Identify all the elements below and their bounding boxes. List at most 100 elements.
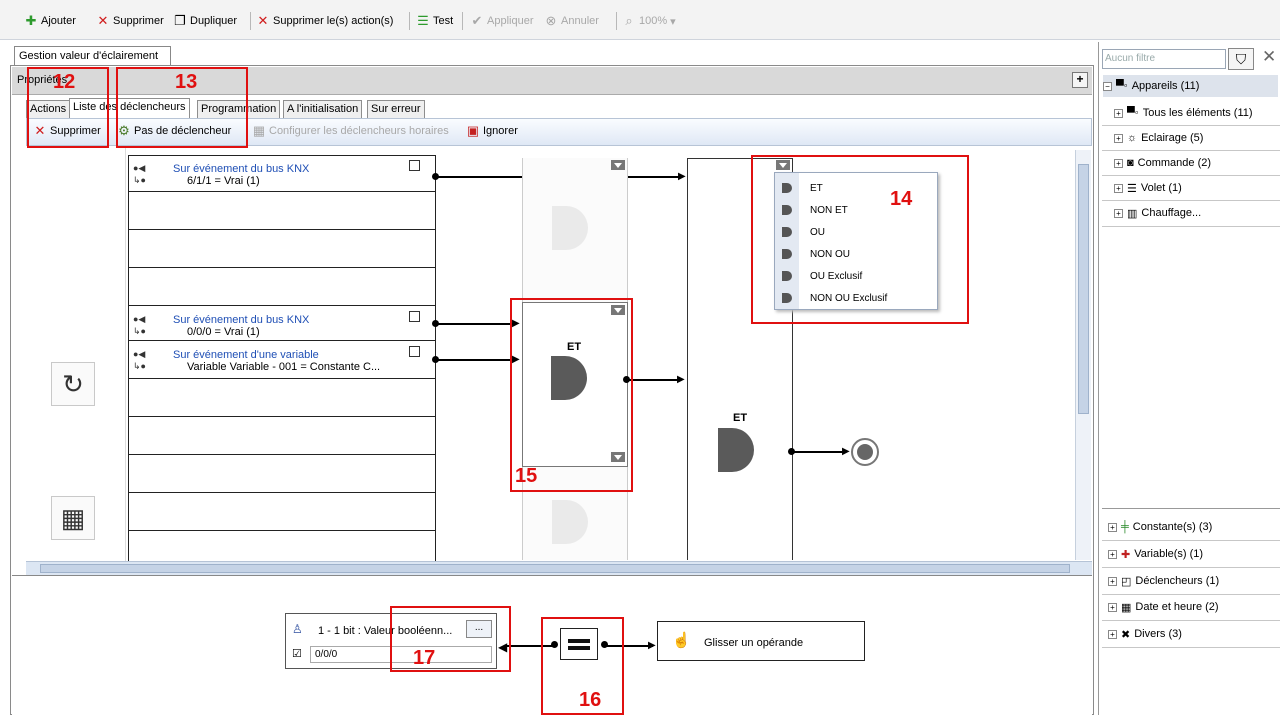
delete-button[interactable]: ✕ Supprimer [96, 13, 164, 29]
expand-icon[interactable]: + [1108, 602, 1117, 612]
cancel-button[interactable]: ⊗ Annuler [544, 13, 599, 29]
apply-icon: ✔ [471, 13, 483, 28]
vertical-scrollbar[interactable] [1075, 150, 1091, 560]
output-node[interactable] [851, 438, 879, 466]
knx-icon: ♙ [292, 622, 303, 636]
drag-operand-zone[interactable]: ☝ Glisser un opérande [657, 621, 865, 661]
wire [436, 323, 516, 325]
table-row[interactable]: ●◀ ↳● Sur événement du bus KNX 6/1/1 = Vr… [129, 155, 435, 192]
cancel-icon: ⊗ [545, 13, 557, 28]
tree-shutter[interactable]: + ☰ Volet (1) [1114, 177, 1182, 199]
wire [436, 359, 516, 361]
trigger-title[interactable]: Sur événement d'une variable [173, 349, 319, 361]
refresh-button[interactable]: ↻ [51, 362, 95, 406]
scroll-thumb[interactable] [1078, 164, 1089, 414]
tree-triggers[interactable]: + ◰ Déclencheurs (1) [1108, 570, 1219, 592]
apply-button[interactable]: ✔ Appliquer [470, 13, 534, 29]
output-icon [857, 444, 873, 460]
copy-icon[interactable] [409, 160, 420, 171]
expand-icon[interactable]: + [1108, 549, 1117, 559]
expand-icon[interactable]: + [1108, 522, 1117, 532]
tree-all-elements[interactable]: + ▀◦ Tous les éléments (11) [1114, 102, 1253, 124]
document-tab[interactable]: Gestion valeur d'éclairement [14, 46, 171, 65]
calendar-button[interactable]: ▦ [51, 496, 95, 540]
divider [1102, 150, 1280, 151]
arrow-icon: ▶ [678, 171, 686, 182]
wire [627, 379, 681, 381]
collapse-icon[interactable]: − [1103, 81, 1112, 91]
table-row[interactable] [129, 456, 435, 493]
expand-icon[interactable]: + [1108, 576, 1117, 586]
delete-icon: ✕ [257, 13, 269, 28]
ignore-button[interactable]: ▣ Ignorer [466, 124, 518, 138]
divider [1102, 125, 1280, 126]
table-row[interactable] [129, 380, 435, 417]
toolbar-separator [250, 12, 251, 30]
divider [1102, 200, 1280, 201]
refresh-icon: ↻ [62, 368, 84, 399]
expand-icon[interactable]: + [1114, 133, 1123, 143]
table-row[interactable] [129, 193, 435, 230]
add-button[interactable]: ✚ Ajouter [24, 13, 76, 29]
divider [1102, 175, 1280, 176]
drag-operand-label: Glisser un opérande [704, 637, 804, 649]
chevron-down-icon: ▾ [670, 15, 676, 28]
checkbox[interactable]: ☑ [292, 647, 302, 660]
table-row[interactable] [129, 231, 435, 268]
scroll-thumb[interactable] [40, 564, 1070, 573]
tree-misc[interactable]: + ✖ Divers (3) [1108, 623, 1182, 645]
filter-icon[interactable]: ⛉ [1228, 48, 1254, 70]
expand-icon[interactable]: + [1114, 208, 1123, 218]
test-button[interactable]: ☰ Test [416, 13, 453, 29]
table-row[interactable] [129, 494, 435, 531]
tree-datetime[interactable]: + ▦ Date et heure (2) [1108, 596, 1219, 618]
table-row[interactable]: ●◀ ↳● Sur événement du bus KNX 0/0/0 = Vr… [129, 307, 435, 341]
divider [1102, 540, 1280, 541]
expand-icon[interactable]: + [1114, 108, 1123, 118]
hand-cursor-icon: ☝ [672, 632, 691, 649]
tree-lighting[interactable]: + ☼ Eclairage (5) [1114, 127, 1203, 149]
horizontal-scrollbar[interactable] [26, 561, 1092, 575]
divider [1102, 508, 1280, 509]
copy-icon[interactable] [409, 346, 420, 357]
calendar-icon: ▦ [252, 123, 266, 138]
tree-constants[interactable]: + ╪ Constante(s) (3) [1108, 516, 1212, 538]
arrow-icon: ▶ [842, 446, 850, 457]
tree-command[interactable]: + ◙ Commande (2) [1114, 152, 1211, 174]
clear-filter-icon[interactable]: ✕ [1262, 47, 1276, 67]
copy-icon[interactable] [409, 311, 420, 322]
expand-icon[interactable]: + [1108, 629, 1117, 639]
table-row[interactable] [129, 269, 435, 306]
tab-initialisation[interactable]: A l'initialisation [283, 100, 363, 118]
filter-input[interactable]: Aucun filtre [1102, 49, 1226, 69]
dropdown-icon[interactable] [611, 160, 625, 170]
delete-icon: ✕ [97, 13, 109, 28]
zoom-dropdown[interactable]: ⌕ 100% ▾ [622, 13, 676, 29]
expand-icon[interactable]: + [1114, 183, 1123, 193]
delete-actions-button[interactable]: ✕ Supprimer le(s) action(s) [256, 13, 394, 29]
tree-heating[interactable]: + ▥ Chauffage... [1114, 202, 1201, 224]
trigger-desc: 6/1/1 = Vrai (1) [187, 175, 260, 187]
expand-icon[interactable]: + [1114, 158, 1123, 168]
devices-icon: ▀◦ [1116, 80, 1128, 92]
zoom-icon: ⌕ [625, 13, 633, 28]
arrow-icon: ▶ [648, 640, 656, 651]
trigger-title[interactable]: Sur événement du bus KNX [173, 163, 309, 175]
command-icon: ◙ [1127, 157, 1134, 169]
heating-icon: ▥ [1127, 207, 1138, 220]
annotation-label: 14 [890, 188, 913, 210]
trigger-table: ●◀ ↳● Sur événement du bus KNX 6/1/1 = Vr… [128, 155, 436, 565]
trigger-title[interactable]: Sur événement du bus KNX [173, 314, 309, 326]
tree-devices[interactable]: − ▀◦ Appareils (11) [1103, 75, 1278, 97]
wire [792, 451, 846, 453]
divider [1102, 647, 1280, 648]
expand-button[interactable]: + [1072, 72, 1088, 88]
annotation-label: 13 [175, 71, 198, 93]
table-row[interactable]: ●◀ ↳● Sur événement d'une variable Variab… [129, 342, 435, 379]
table-row[interactable] [129, 418, 435, 455]
configure-timers-button[interactable]: ▦ Configurer les déclencheurs horaires [252, 124, 449, 138]
gate-label: ET [733, 412, 748, 424]
tab-on-error[interactable]: Sur erreur [367, 100, 425, 118]
duplicate-button[interactable]: ❐ Dupliquer [173, 13, 237, 29]
tree-variables[interactable]: + ✚ Variable(s) (1) [1108, 543, 1203, 565]
